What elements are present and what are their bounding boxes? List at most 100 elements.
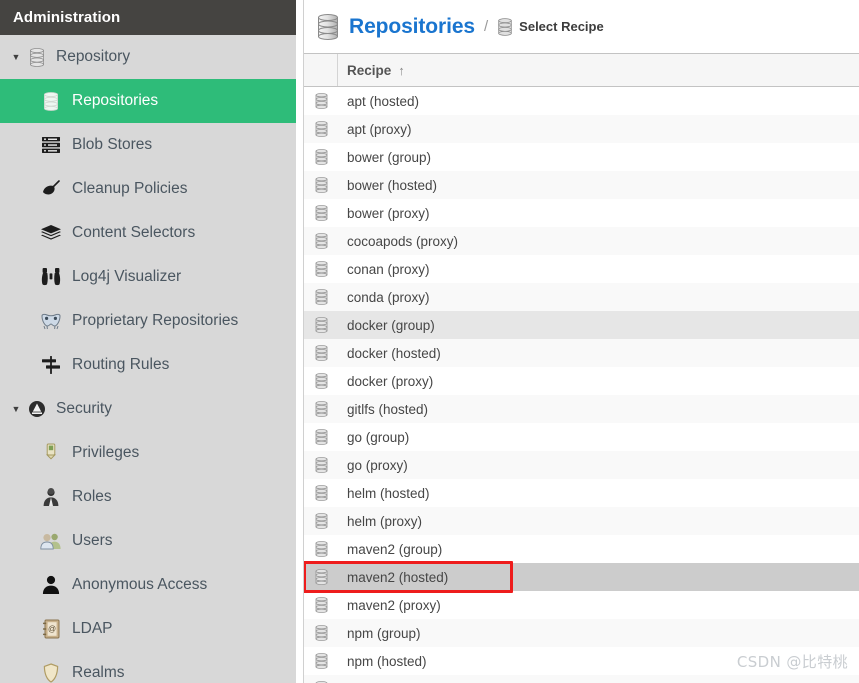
sidebar-item-label: Log4j Visualizer bbox=[72, 268, 182, 285]
sidebar-item-label: Users bbox=[72, 532, 113, 549]
address-book-icon: @ bbox=[38, 619, 64, 639]
grid-column-headers: Recipe ↑ bbox=[304, 53, 859, 87]
recipe-name: maven2 (proxy) bbox=[347, 597, 441, 613]
sidebar-item-label: Roles bbox=[72, 488, 112, 505]
recipe-name: apt (proxy) bbox=[347, 121, 412, 137]
breadcrumb-current: Select Recipe bbox=[519, 19, 604, 34]
sidebar-item-users[interactable]: Users bbox=[0, 519, 296, 563]
database-icon bbox=[304, 401, 338, 417]
database-icon bbox=[304, 317, 338, 333]
recipe-name: apt (hosted) bbox=[347, 93, 420, 109]
chevron-down-icon[interactable]: ▼ bbox=[8, 52, 24, 62]
table-row[interactable]: bower (proxy) bbox=[304, 199, 859, 227]
sidebar-group-label: Security bbox=[56, 400, 112, 417]
sidebar-item-ldap[interactable]: @ LDAP bbox=[0, 607, 296, 651]
table-row[interactable]: gitlfs (hosted) bbox=[304, 395, 859, 423]
sidebar-item-label: Cleanup Policies bbox=[72, 180, 188, 197]
sidebar-item-content-selectors[interactable]: Content Selectors bbox=[0, 211, 296, 255]
recipe-name: npm (group) bbox=[347, 625, 421, 641]
shield-icon bbox=[38, 663, 64, 683]
sidebar-item-anonymous-access[interactable]: Anonymous Access bbox=[0, 563, 296, 607]
column-header-recipe[interactable]: Recipe ↑ bbox=[338, 63, 405, 78]
table-row[interactable]: npm (group) bbox=[304, 619, 859, 647]
table-row[interactable]: bower (hosted) bbox=[304, 171, 859, 199]
sidebar-item-cleanup-policies[interactable]: Cleanup Policies bbox=[0, 167, 296, 211]
database-icon bbox=[304, 541, 338, 557]
recipe-name: docker (group) bbox=[347, 317, 435, 333]
chevron-down-icon[interactable]: ▼ bbox=[8, 404, 24, 414]
table-row[interactable]: maven2 (group) bbox=[304, 535, 859, 563]
sidebar-content-gap bbox=[296, 0, 303, 683]
database-icon bbox=[304, 625, 338, 641]
database-icon bbox=[26, 47, 48, 67]
binoculars-icon bbox=[38, 267, 64, 287]
sort-ascending-icon: ↑ bbox=[398, 62, 405, 78]
sidebar-group-repository[interactable]: ▼ Repository bbox=[0, 35, 296, 79]
sidebar-item-roles[interactable]: Roles bbox=[0, 475, 296, 519]
recipe-name: bower (hosted) bbox=[347, 177, 438, 193]
recipe-name: gitlfs (hosted) bbox=[347, 401, 429, 417]
sidebar-item-log4j-visualizer[interactable]: Log4j Visualizer bbox=[0, 255, 296, 299]
sidebar-item-blob-stores[interactable]: Blob Stores bbox=[0, 123, 296, 167]
database-icon bbox=[304, 569, 338, 585]
sidebar-item-repositories[interactable]: Repositories bbox=[0, 79, 296, 123]
sidebar-item-realms[interactable]: Realms bbox=[0, 651, 296, 683]
sidebar-item-routing-rules[interactable]: Routing Rules bbox=[0, 343, 296, 387]
sidebar-item-label: LDAP bbox=[72, 620, 113, 637]
breadcrumb-separator: / bbox=[484, 18, 489, 35]
sidebar-item-label: Content Selectors bbox=[72, 224, 196, 241]
table-row[interactable]: go (group) bbox=[304, 423, 859, 451]
security-shield-icon bbox=[26, 400, 48, 418]
broom-icon bbox=[38, 179, 64, 199]
server-stack-icon bbox=[38, 136, 64, 154]
table-row[interactable]: maven2 (hosted) bbox=[304, 563, 859, 591]
admin-sidebar: Administration ▼ Repository Repositories Bl… bbox=[0, 0, 296, 683]
table-row[interactable]: docker (group) bbox=[304, 311, 859, 339]
sidebar-item-label: Repositories bbox=[72, 92, 159, 109]
main-content: Repositories / Select Recipe Recipe ↑ ap… bbox=[303, 0, 859, 683]
database-icon bbox=[316, 13, 340, 40]
recipe-name: conda (proxy) bbox=[347, 289, 430, 305]
sidebar-group-security[interactable]: ▼ Security bbox=[0, 387, 296, 431]
recipe-list[interactable]: apt (hosted) apt (proxy) bower (group) bowe… bbox=[304, 87, 859, 683]
table-row[interactable]: conan (proxy) bbox=[304, 255, 859, 283]
person-icon bbox=[38, 575, 64, 595]
database-icon bbox=[304, 457, 338, 473]
database-icon bbox=[304, 289, 338, 305]
recipe-name: go (group) bbox=[347, 429, 410, 445]
table-row[interactable]: conda (proxy) bbox=[304, 283, 859, 311]
sidebar-group-label: Repository bbox=[56, 48, 131, 65]
database-icon bbox=[304, 93, 338, 109]
table-row[interactable]: docker (proxy) bbox=[304, 367, 859, 395]
recipe-name: maven2 (hosted) bbox=[347, 569, 449, 585]
database-icon bbox=[304, 513, 338, 529]
table-row[interactable]: helm (proxy) bbox=[304, 507, 859, 535]
sidebar-item-label: Routing Rules bbox=[72, 356, 170, 373]
table-row[interactable]: npm (proxy) bbox=[304, 675, 859, 683]
database-icon bbox=[38, 91, 64, 111]
database-icon bbox=[304, 429, 338, 445]
recipe-name: bower (group) bbox=[347, 149, 432, 165]
table-row[interactable]: go (proxy) bbox=[304, 451, 859, 479]
table-row[interactable]: cocoapods (proxy) bbox=[304, 227, 859, 255]
table-row[interactable]: bower (group) bbox=[304, 143, 859, 171]
recipe-name: docker (proxy) bbox=[347, 373, 434, 389]
table-row[interactable]: docker (hosted) bbox=[304, 339, 859, 367]
sidebar-item-label: Proprietary Repositories bbox=[72, 312, 239, 329]
mask-icon bbox=[38, 312, 64, 330]
table-row[interactable]: maven2 (proxy) bbox=[304, 591, 859, 619]
signpost-icon bbox=[38, 355, 64, 375]
table-row[interactable]: apt (hosted) bbox=[304, 87, 859, 115]
grid-icon-column-header bbox=[304, 54, 338, 86]
sidebar-item-privileges[interactable]: Privileges bbox=[0, 431, 296, 475]
table-row[interactable]: npm (hosted) bbox=[304, 647, 859, 675]
sidebar-item-proprietary-repositories[interactable]: Proprietary Repositories bbox=[0, 299, 296, 343]
recipe-name: helm (proxy) bbox=[347, 513, 423, 529]
recipe-name: conan (proxy) bbox=[347, 261, 430, 277]
breadcrumb-title[interactable]: Repositories bbox=[349, 15, 475, 39]
table-row[interactable]: helm (hosted) bbox=[304, 479, 859, 507]
table-row[interactable]: apt (proxy) bbox=[304, 115, 859, 143]
database-icon bbox=[304, 121, 338, 137]
sidebar-nav: ▼ Repository Repositories Blob Stores Cleanu… bbox=[0, 35, 296, 683]
recipe-name: maven2 (group) bbox=[347, 541, 443, 557]
